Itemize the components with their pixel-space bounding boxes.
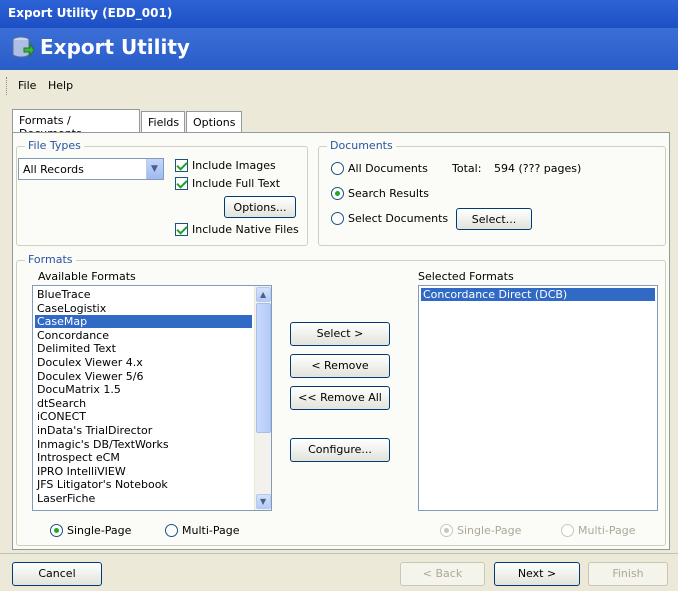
radio-icon [331,212,344,225]
radio-label: Multi-Page [182,524,240,537]
checkbox-label: Include Full Text [192,177,281,190]
file-types-legend: File Types [25,139,84,152]
tab-formats-documents[interactable]: Formats / Documents [12,109,140,140]
finish-button[interactable]: Finish [588,562,668,586]
cancel-button[interactable]: Cancel [12,562,102,586]
dropdown-arrow[interactable]: ▼ [146,159,163,179]
scroll-down-button[interactable]: ▼ [256,494,271,509]
checkmark-icon [175,223,188,236]
available-formats-scrollbar[interactable]: ▲ ▼ [254,286,271,510]
chevron-down-icon: ▼ [260,497,267,506]
select-documents-button[interactable]: Select... [456,208,532,230]
radio-label: Single-Page [67,524,132,537]
tab-label: Options [193,116,236,129]
tab-fields[interactable]: Fields [141,111,185,133]
radio-icon [561,524,574,537]
selected-single-page-radio[interactable]: Single-Page [440,524,521,537]
available-format-item[interactable]: JFS Litigator's Notebook [35,478,252,491]
documents-legend: Documents [327,139,396,152]
radio-icon [331,162,344,175]
radio-selected-icon [50,524,63,537]
select-format-button[interactable]: Select > [290,322,390,346]
radio-label: Select Documents [348,212,449,225]
available-multi-page-radio[interactable]: Multi-Page [165,524,240,537]
checkmark-icon [175,177,188,190]
radio-label: Search Results [348,187,430,200]
database-export-icon [12,36,34,58]
app-title: Export Utility [40,35,190,59]
total-value: 594 (??? pages) [494,162,582,175]
checkbox-label: Include Native Files [192,223,299,236]
remove-format-button[interactable]: < Remove [290,354,390,378]
available-format-item[interactable]: BlueTrace [35,288,252,301]
select-documents-radio[interactable]: Select Documents [331,212,448,225]
chevron-up-icon: ▲ [260,290,267,299]
available-formats-label: Available Formats [38,270,136,283]
selected-multi-page-radio[interactable]: Multi-Page [561,524,636,537]
radio-selected-icon [331,187,344,200]
checkmark-icon [175,159,188,172]
radio-selected-icon [440,524,453,537]
export-utility-window: Export Utility (EDD_001) Export Utility … [0,0,678,591]
configure-format-button[interactable]: Configure... [290,438,390,462]
menu-bar: File Help [0,73,678,99]
available-format-item[interactable]: inData's TrialDirector [35,424,252,437]
scroll-thumb[interactable] [256,303,271,433]
include-full-text-checkbox[interactable]: Include Full Text [175,177,280,190]
file-types-options-button[interactable]: Options... [224,196,296,218]
include-native-files-checkbox[interactable]: Include Native Files [175,223,299,236]
available-format-item[interactable]: Introspect eCM [35,451,252,464]
record-type-dropdown[interactable]: All Records ▼ [18,158,164,180]
radio-label: Single-Page [457,524,522,537]
search-results-radio[interactable]: Search Results [331,187,429,200]
available-format-item[interactable]: DocuMatrix 1.5 [35,383,252,396]
include-images-checkbox[interactable]: Include Images [175,159,276,172]
available-format-item[interactable]: Delimited Text [35,342,252,355]
tab-label: Fields [148,116,180,129]
scroll-up-button[interactable]: ▲ [256,287,271,302]
selected-format-item[interactable]: Concordance Direct (DCB) [421,288,655,301]
available-format-item[interactable]: IPRO IntelliVIEW [35,465,252,478]
selected-formats-label: Selected Formats [418,270,514,283]
available-format-item[interactable]: Inmagic's DB/TextWorks [35,438,252,451]
chevron-down-icon: ▼ [151,164,158,174]
window-title-bar[interactable]: Export Utility (EDD_001) [0,0,678,28]
radio-label: All Documents [348,162,428,175]
radio-icon [165,524,178,537]
selected-formats-list[interactable]: Concordance Direct (DCB) [418,285,658,511]
available-formats-list[interactable]: ▲ ▼ BlueTrace CaseLogistix CaseMap Concorda… [32,285,272,511]
available-format-item[interactable]: Concordance [35,329,252,342]
checkbox-label: Include Images [192,159,276,172]
dropdown-value: All Records [23,163,84,176]
app-header: Export Utility [0,28,678,70]
menu-help[interactable]: Help [48,79,73,92]
available-format-item[interactable]: Doculex Viewer 4.x [35,356,252,369]
remove-all-formats-button[interactable]: << Remove All [290,386,390,410]
footer-separator [0,553,678,554]
back-button[interactable]: < Back [400,562,485,586]
available-format-item[interactable]: iCONECT [35,410,252,423]
available-format-item[interactable]: Doculex Viewer 5/6 [35,370,252,383]
available-format-item[interactable]: CaseMap [35,315,252,329]
available-format-item[interactable]: dtSearch [35,397,252,410]
window-title: Export Utility (EDD_001) [8,6,173,20]
formats-legend: Formats [25,253,76,266]
available-format-item[interactable]: LaserFiche [35,492,252,505]
all-documents-radio[interactable]: All Documents [331,162,428,175]
menu-file[interactable]: File [18,79,36,92]
available-format-item[interactable]: CaseLogistix [35,302,252,315]
tab-options[interactable]: Options [186,111,242,133]
available-single-page-radio[interactable]: Single-Page [50,524,131,537]
total-label: Total: [452,162,482,175]
radio-label: Multi-Page [578,524,636,537]
menu-grip [6,77,9,95]
next-button[interactable]: Next > [494,562,580,586]
